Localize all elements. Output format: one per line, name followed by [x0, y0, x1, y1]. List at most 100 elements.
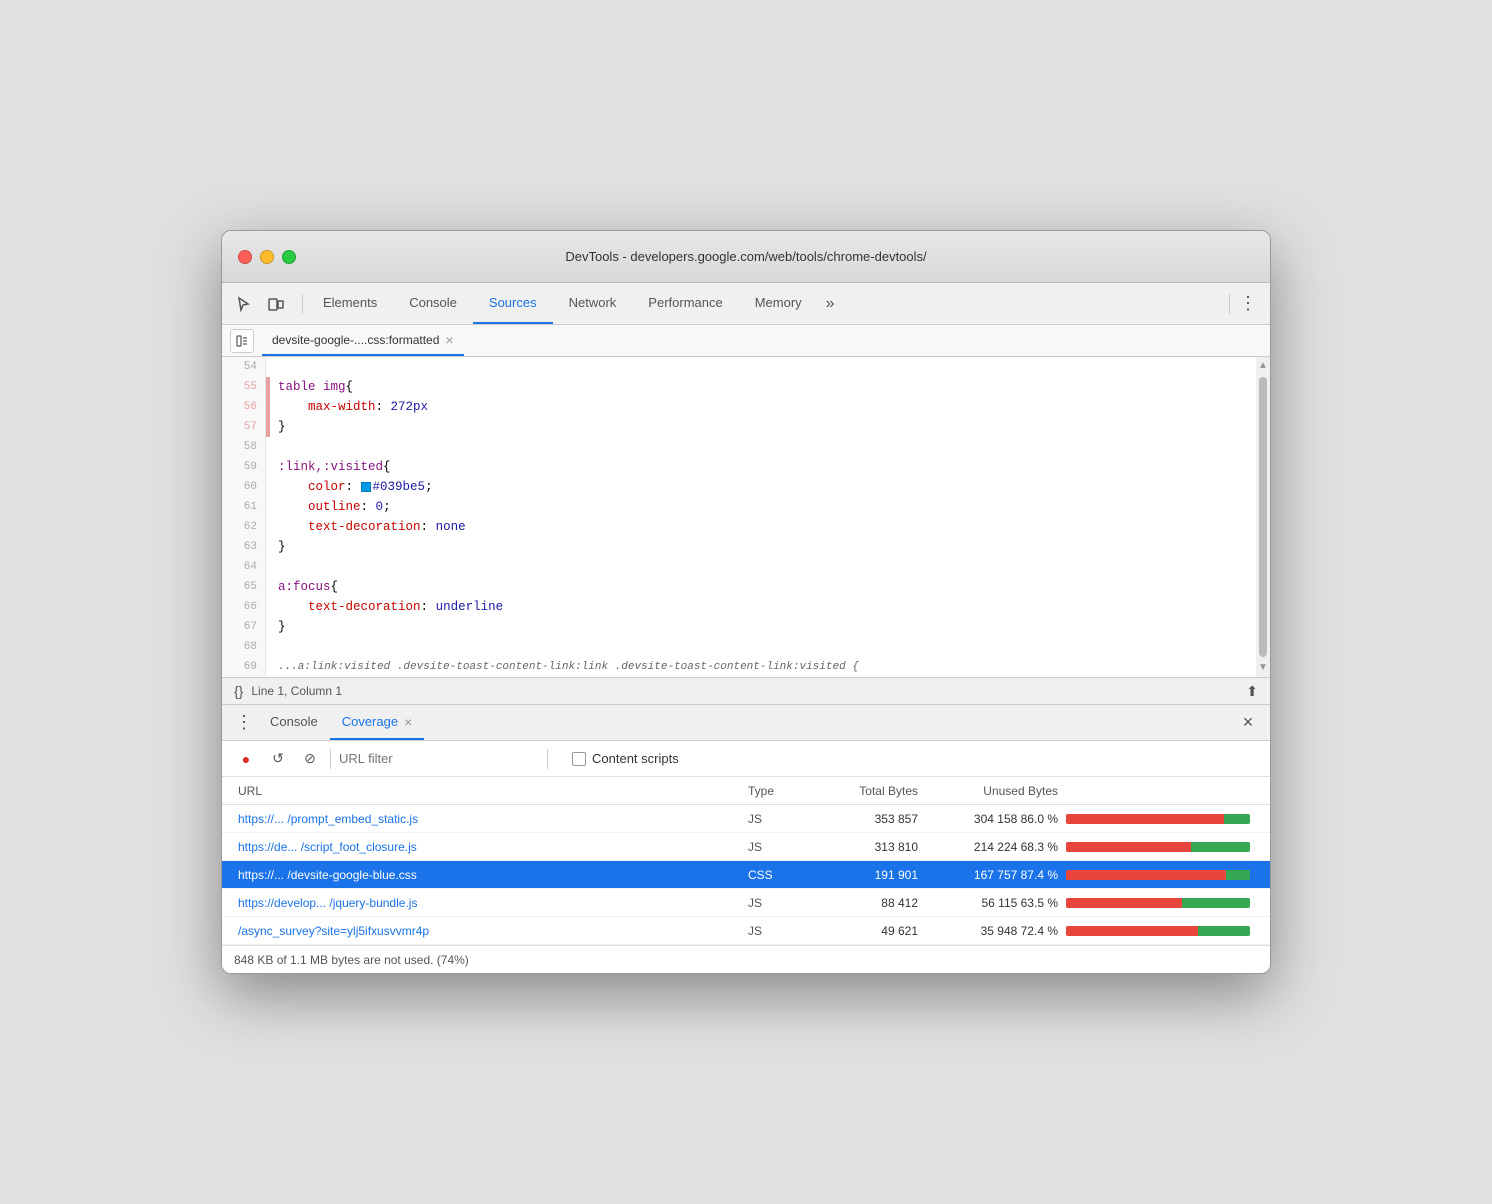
- maximize-button[interactable]: [282, 250, 296, 264]
- cov-cell-url-2: https://... /devsite-google-blue.css: [234, 868, 748, 882]
- coverage-table-row[interactable]: /async_survey?site=ylj5ifxusvvmr4p JS 49…: [222, 917, 1270, 945]
- code-lines: table img { max-width: 272px } :link,:vi…: [270, 357, 1256, 677]
- content-scripts-label: Content scripts: [592, 751, 679, 766]
- cov-cell-bar-4: [1058, 926, 1258, 936]
- top-toolbar: Elements Console Sources Network Perform…: [222, 283, 1270, 325]
- tab-memory[interactable]: Memory: [739, 283, 818, 324]
- close-button[interactable]: [238, 250, 252, 264]
- file-tab-name: devsite-google-....css:formatted: [272, 333, 439, 347]
- code-line-62: text-decoration: none: [278, 517, 1248, 537]
- coverage-url-filter-input[interactable]: [339, 751, 539, 766]
- col-total-header[interactable]: Total Bytes: [808, 784, 918, 798]
- toolbar-divider: [302, 294, 303, 314]
- coverage-table: https://... /prompt_embed_static.js JS 3…: [222, 805, 1270, 945]
- code-line-55: table img {: [278, 377, 1248, 397]
- code-line-59: :link,:visited {: [278, 457, 1248, 477]
- bottom-tab-console-label: Console: [270, 714, 318, 729]
- cov-cell-type-0: JS: [748, 812, 808, 826]
- cov-cell-type-3: JS: [748, 896, 808, 910]
- toolbar-menu-divider: [1229, 294, 1230, 314]
- code-line-65: a:focus {: [278, 577, 1248, 597]
- cov-cell-type-2: CSS: [748, 868, 808, 882]
- bottom-panel-close-button[interactable]: ×: [1234, 709, 1262, 737]
- coverage-footer: 848 KB of 1.1 MB bytes are not used. (74…: [222, 945, 1270, 973]
- coverage-toolbar: ● ↺ ⊘ Content scripts: [222, 741, 1270, 777]
- coverage-toolbar-divider2: [547, 749, 548, 769]
- inspect-icon[interactable]: [230, 290, 258, 318]
- cursor-position: Line 1, Column 1: [251, 684, 342, 698]
- toolbar-icons: [230, 290, 290, 318]
- cov-cell-unused-0: 304 158 86.0 %: [918, 812, 1058, 826]
- tab-performance[interactable]: Performance: [632, 283, 738, 324]
- scroll-down-arrow[interactable]: ▼: [1258, 661, 1268, 675]
- device-toggle-icon[interactable]: [262, 290, 290, 318]
- cov-cell-total-3: 88 412: [808, 896, 918, 910]
- coverage-table-row[interactable]: https://... /prompt_embed_static.js JS 3…: [222, 805, 1270, 833]
- bottom-tab-bar: ⋮ Console Coverage × ×: [222, 705, 1270, 741]
- scroll-up-arrow[interactable]: ▲: [1258, 359, 1268, 373]
- bottom-tab-coverage[interactable]: Coverage ×: [330, 705, 425, 740]
- cov-cell-bar-3: [1058, 898, 1258, 908]
- cov-cell-unused-4: 35 948 72.4 %: [918, 924, 1058, 938]
- code-editor-scrollbar[interactable]: ▲ ▼: [1256, 357, 1270, 677]
- cov-cell-url-3: https://develop... /jquery-bundle.js: [234, 896, 748, 910]
- toolbar-menu: ⋮: [1225, 290, 1262, 318]
- code-line-63: }: [278, 537, 1248, 557]
- scroll-thumb[interactable]: [1259, 377, 1267, 657]
- code-line-69: ...a:link:visited .devsite-toast-content…: [278, 657, 1248, 677]
- menu-button[interactable]: ⋮: [1234, 290, 1262, 318]
- file-tab-bar: devsite-google-....css:formatted ×: [222, 325, 1270, 357]
- bottom-panel-menu[interactable]: ⋮: [230, 709, 258, 737]
- status-bar-right: ⬆: [1246, 683, 1258, 700]
- file-tab-close-icon[interactable]: ×: [445, 333, 453, 347]
- file-tab-css[interactable]: devsite-google-....css:formatted ×: [262, 325, 464, 356]
- code-line-68: [278, 637, 1248, 657]
- cov-cell-bar-2: [1058, 870, 1258, 880]
- status-bar: {} Line 1, Column 1 ⬆: [222, 677, 1270, 705]
- tab-sources[interactable]: Sources: [473, 283, 553, 324]
- record-icon: ●: [242, 751, 250, 767]
- status-bar-left: {} Line 1, Column 1: [234, 683, 342, 699]
- content-scripts-checkbox[interactable]: [572, 752, 586, 766]
- scroll-top-icon[interactable]: ⬆: [1246, 683, 1258, 700]
- file-navigator-toggle[interactable]: [230, 329, 254, 353]
- col-unused-header[interactable]: Unused Bytes: [918, 784, 1058, 798]
- cov-cell-bar-1: [1058, 842, 1258, 852]
- bottom-tab-coverage-close[interactable]: ×: [404, 714, 412, 730]
- cov-cell-total-4: 49 621: [808, 924, 918, 938]
- cov-cell-unused-3: 56 115 63.5 %: [918, 896, 1058, 910]
- coverage-record-button[interactable]: ●: [234, 747, 258, 771]
- coverage-table-row[interactable]: https://... /devsite-google-blue.css CSS…: [222, 861, 1270, 889]
- minimize-button[interactable]: [260, 250, 274, 264]
- code-editor[interactable]: 54 55 56 57 58 59 60 61 62 63 64 65 66 6…: [222, 357, 1270, 677]
- coverage-stop-button[interactable]: ⊘: [298, 747, 322, 771]
- tab-more-icon[interactable]: »: [818, 283, 843, 324]
- cov-cell-unused-2: 167 757 87.4 %: [918, 868, 1058, 882]
- cov-cell-total-2: 191 901: [808, 868, 918, 882]
- tab-elements[interactable]: Elements: [307, 283, 393, 324]
- tab-console[interactable]: Console: [393, 283, 473, 324]
- col-type-header[interactable]: Type: [748, 784, 808, 798]
- code-line-58: [278, 437, 1248, 457]
- title-bar: DevTools - developers.google.com/web/too…: [222, 231, 1270, 283]
- traffic-lights: [238, 250, 296, 264]
- coverage-table-row[interactable]: https://de... /script_foot_closure.js JS…: [222, 833, 1270, 861]
- coverage-table-row[interactable]: https://develop... /jquery-bundle.js JS …: [222, 889, 1270, 917]
- main-tabs: Elements Console Sources Network Perform…: [307, 283, 1225, 324]
- cov-cell-bar-0: [1058, 814, 1258, 824]
- bottom-panel: ⋮ Console Coverage × × ● ↺ ⊘: [222, 705, 1270, 973]
- code-line-56: max-width: 272px: [278, 397, 1248, 417]
- refresh-icon: ↺: [272, 750, 284, 767]
- stop-icon: ⊘: [304, 750, 316, 767]
- coverage-table-header: URL Type Total Bytes Unused Bytes: [222, 777, 1270, 805]
- code-line-67: }: [278, 617, 1248, 637]
- bottom-tab-console[interactable]: Console: [258, 705, 330, 740]
- cov-cell-unused-1: 214 224 68.3 %: [918, 840, 1058, 854]
- code-line-57: }: [278, 417, 1248, 437]
- coverage-summary: 848 KB of 1.1 MB bytes are not used. (74…: [234, 953, 469, 967]
- coverage-refresh-button[interactable]: ↺: [266, 747, 290, 771]
- col-url-header[interactable]: URL: [234, 784, 748, 798]
- code-line-64: [278, 557, 1248, 577]
- format-icon[interactable]: {}: [234, 683, 243, 699]
- tab-network[interactable]: Network: [553, 283, 633, 324]
